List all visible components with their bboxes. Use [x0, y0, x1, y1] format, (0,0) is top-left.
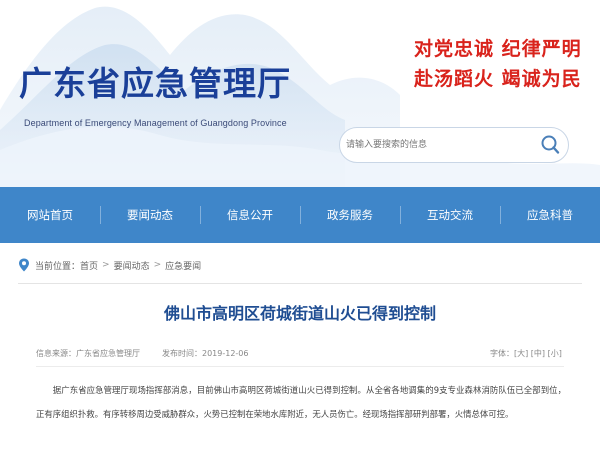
- nav-item-public-info[interactable]: 信息公开: [200, 187, 300, 243]
- divider: [36, 366, 564, 367]
- site-title: 广东省应急管理厅: [19, 64, 291, 103]
- breadcrumb-separator: >: [153, 260, 162, 270]
- font-size-label: 字体：: [490, 349, 514, 358]
- breadcrumb-item-emergency-news[interactable]: 应急要闻: [165, 259, 201, 272]
- article-date: 发布时间：2019-12-06: [162, 349, 249, 358]
- font-size-controls: 字体：[大] [中] [小]: [490, 349, 562, 358]
- breadcrumb-separator: >: [102, 260, 110, 270]
- site-header: 广东省应急管理厅 Department of Emergency Managem…: [0, 0, 600, 187]
- search-icon: [541, 135, 560, 154]
- nav-item-news[interactable]: 要闻动态: [100, 187, 200, 243]
- article-title: 佛山市高明区荷城街道山火已得到控制: [163, 304, 436, 323]
- nav-item-home[interactable]: 网站首页: [0, 187, 100, 243]
- nav-item-science[interactable]: 应急科普: [500, 187, 600, 243]
- breadcrumb: 当前位置： 首页 > 要闻动态 > 应急要闻: [18, 258, 201, 272]
- site-subtitle: Department of Emergency Management of Gu…: [24, 118, 287, 128]
- breadcrumb-prefix: 当前位置：: [35, 261, 81, 272]
- breadcrumb-item-news[interactable]: 要闻动态: [114, 259, 150, 272]
- font-size-medium-button[interactable]: 中: [534, 349, 542, 358]
- slogan-line-2: 赴汤蹈火 竭诚为民: [414, 68, 582, 90]
- divider: [18, 283, 582, 284]
- search-button[interactable]: [538, 133, 562, 157]
- breadcrumb-item-home[interactable]: 首页: [80, 259, 98, 272]
- nav-item-interaction[interactable]: 互动交流: [400, 187, 500, 243]
- main-nav: 网站首页 要闻动态 信息公开 政务服务 互动交流 应急科普: [0, 187, 600, 243]
- article-body: 据广东省应急管理厅现场指挥部消息，目前佛山市高明区荷城街道山火已得到控制。从全省…: [36, 385, 566, 419]
- font-size-large-button[interactable]: 大: [517, 349, 525, 358]
- search-box: [339, 127, 569, 163]
- search-input[interactable]: [346, 134, 536, 156]
- location-pin-icon: [19, 258, 29, 272]
- nav-item-gov-services[interactable]: 政务服务: [300, 187, 400, 243]
- article-source: 信息来源：广东省应急管理厅: [36, 349, 140, 358]
- slogan-line-1: 对党忠诚 纪律严明: [414, 38, 582, 60]
- article-meta: 信息来源：广东省应急管理厅 发布时间：2019-12-06: [36, 348, 249, 359]
- font-size-small-button[interactable]: 小: [551, 349, 559, 358]
